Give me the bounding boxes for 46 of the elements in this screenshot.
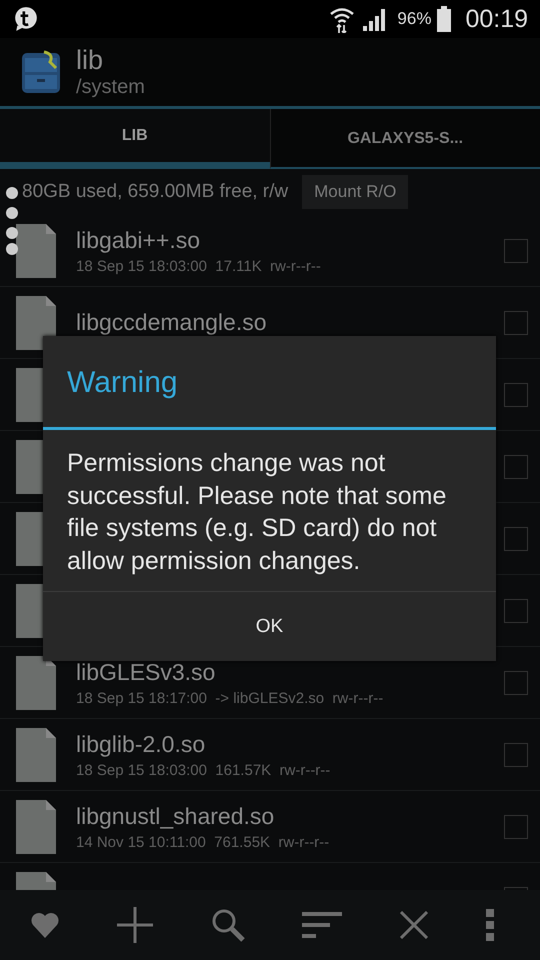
folder-title: lib (76, 45, 104, 75)
battery-icon (437, 6, 452, 32)
checkbox[interactable] (504, 454, 528, 478)
dialog-message: Permissions change was not successful. Please note that some file systems (e.g. SD card) do not allow permission changes. (66, 448, 448, 576)
mount-button[interactable]: Mount R/O (302, 175, 408, 209)
file-name: libgabi++.so (76, 226, 202, 254)
checkbox[interactable] (504, 814, 528, 838)
file-name: libgnustl_shared.so (76, 802, 276, 830)
sort-icon[interactable] (302, 911, 342, 939)
dialog-title: Warning (43, 336, 496, 430)
add-icon[interactable] (116, 907, 153, 943)
ok-button[interactable]: OK (43, 591, 496, 661)
tab[interactable]: LIB (0, 109, 270, 169)
file-name: libgccdemangle.so (76, 309, 268, 336)
checkbox[interactable] (504, 238, 528, 262)
more-icon[interactable] (486, 909, 494, 941)
file-details: 14 Nov 15 10:11:00 761.55K rw-r--r-- (76, 834, 330, 850)
file-icon (16, 800, 56, 854)
file-name: libGLESv3.so (76, 658, 216, 686)
file-icon (16, 656, 56, 710)
file-details: 18 Sep 15 18:03:00 161.57K rw-r--r-- (76, 762, 332, 778)
tab[interactable]: GALAXYS5-S... (270, 109, 540, 169)
checkbox[interactable] (504, 742, 528, 766)
file-details: 18 Sep 15 18:17:00 -> libGLESv2.so rw-r--r-- (76, 690, 384, 706)
clock: 00:19 (465, 4, 528, 34)
storage-info: 80GB used, 659.00MB free, r/w (22, 181, 288, 203)
file-icon (16, 296, 56, 350)
battery-percent: 96% (397, 9, 432, 29)
checkbox[interactable] (504, 598, 528, 622)
file-icon (16, 224, 56, 278)
file-name: libglib-2.0.so (76, 730, 206, 758)
checkbox[interactable] (504, 382, 528, 406)
checkbox[interactable] (504, 670, 528, 694)
folder-path: /system (76, 75, 145, 99)
close-icon[interactable] (400, 911, 428, 939)
search-icon[interactable] (210, 908, 245, 942)
file-icon (16, 728, 56, 782)
signal-icon (361, 7, 386, 31)
checkbox[interactable] (504, 310, 528, 334)
notification-icon (13, 6, 39, 32)
heart-icon[interactable] (31, 912, 59, 938)
dots-overlay-icon (5, 186, 19, 256)
wifi-icon (329, 5, 356, 33)
app-logo-icon (22, 50, 62, 94)
file-details: 18 Sep 15 18:03:00 17.11K rw-r--r-- (76, 258, 322, 274)
checkbox[interactable] (504, 526, 528, 550)
